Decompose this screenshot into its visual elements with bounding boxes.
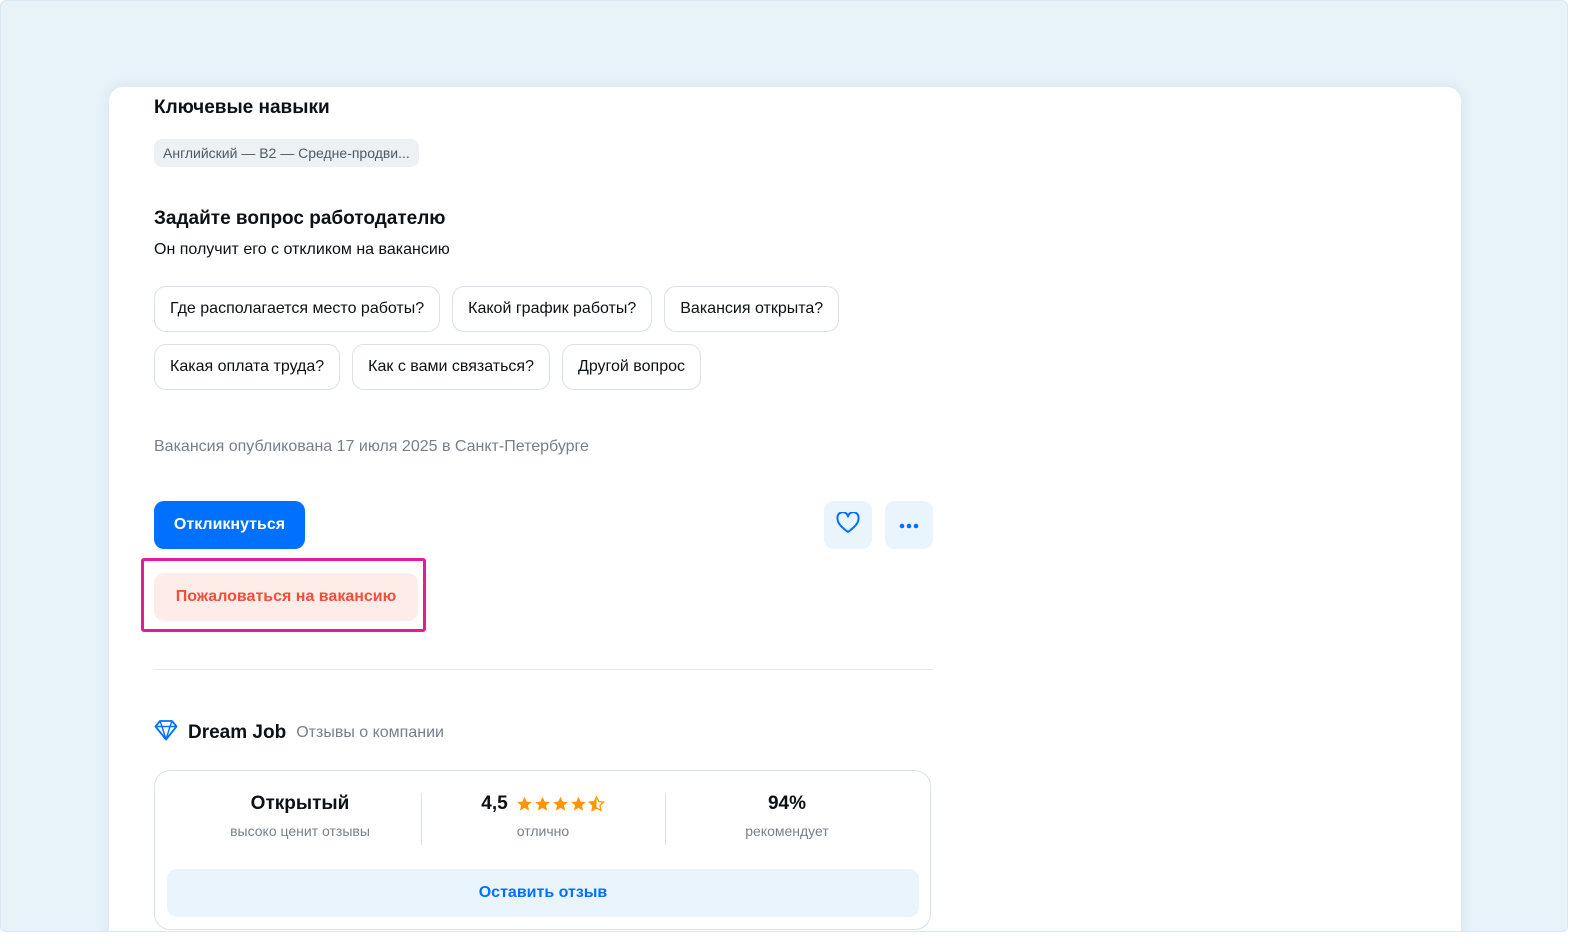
stat-recommend: 94% рекомендует [667, 793, 907, 839]
diamond-icon [154, 719, 178, 746]
company-name[interactable]: Dream Job [188, 722, 286, 744]
star-icon [516, 796, 532, 811]
question-chip-open[interactable]: Вакансия открыта? [664, 286, 840, 332]
stat-recommend-label: рекомендует [745, 823, 829, 839]
divider [154, 669, 933, 670]
question-chip-contact[interactable]: Как с вами связаться? [352, 344, 550, 390]
stat-rating: 4,5 отлично [423, 793, 663, 839]
skills-title: Ключевые навыки [154, 97, 330, 118]
stat-recommend-value: 94% [767, 793, 807, 814]
page-background: Ключевые навыки Английский — B2 — Средне… [0, 0, 1568, 932]
more-button[interactable] [885, 501, 933, 549]
star-icon [570, 796, 586, 811]
highlight-box [141, 558, 426, 632]
skill-tag: Английский — B2 — Средне-продви... [154, 139, 419, 167]
company-rating-card: Открытый высоко ценит отзывы 4,5 отлично… [154, 770, 931, 930]
star-half-icon [588, 796, 605, 812]
ask-title: Задайте вопрос работодателю [154, 208, 446, 229]
stat-separator [665, 793, 666, 845]
stat-openness-label: высоко ценит отзывы [230, 823, 370, 839]
favorite-button[interactable] [824, 501, 872, 549]
stat-openness: Открытый высоко ценит отзывы [180, 793, 420, 839]
star-icon [534, 796, 550, 811]
vacancy-card: Ключевые навыки Английский — B2 — Средне… [109, 87, 1461, 931]
stat-openness-value: Открытый [250, 793, 350, 814]
ask-subtitle: Он получит его с откликом на вакансию [154, 241, 450, 258]
company-header: Dream Job Отзывы о компании [154, 719, 444, 746]
question-chip-salary[interactable]: Какая оплата труда? [154, 344, 341, 390]
more-dots-icon [899, 516, 919, 534]
leave-review-button[interactable]: Оставить отзыв [167, 869, 919, 917]
respond-button[interactable]: Откликнуться [154, 501, 305, 549]
question-chip-schedule[interactable]: Какой график работы? [452, 286, 653, 332]
company-reviews-link[interactable]: Отзывы о компании [296, 724, 444, 742]
star-icon [552, 796, 568, 811]
question-chips: Где располагается место работы? Какой гр… [154, 286, 944, 402]
published-info: Вакансия опубликована 17 июля 2025 в Сан… [154, 438, 589, 455]
stat-separator [421, 793, 422, 845]
stat-rating-value: 4,5 [481, 793, 508, 814]
question-chip-other[interactable]: Другой вопрос [561, 344, 701, 390]
question-chip-location[interactable]: Где располагается место работы? [154, 286, 441, 332]
rating-stars [516, 796, 605, 812]
heart-icon [836, 510, 860, 539]
stat-rating-label: отлично [516, 823, 570, 839]
